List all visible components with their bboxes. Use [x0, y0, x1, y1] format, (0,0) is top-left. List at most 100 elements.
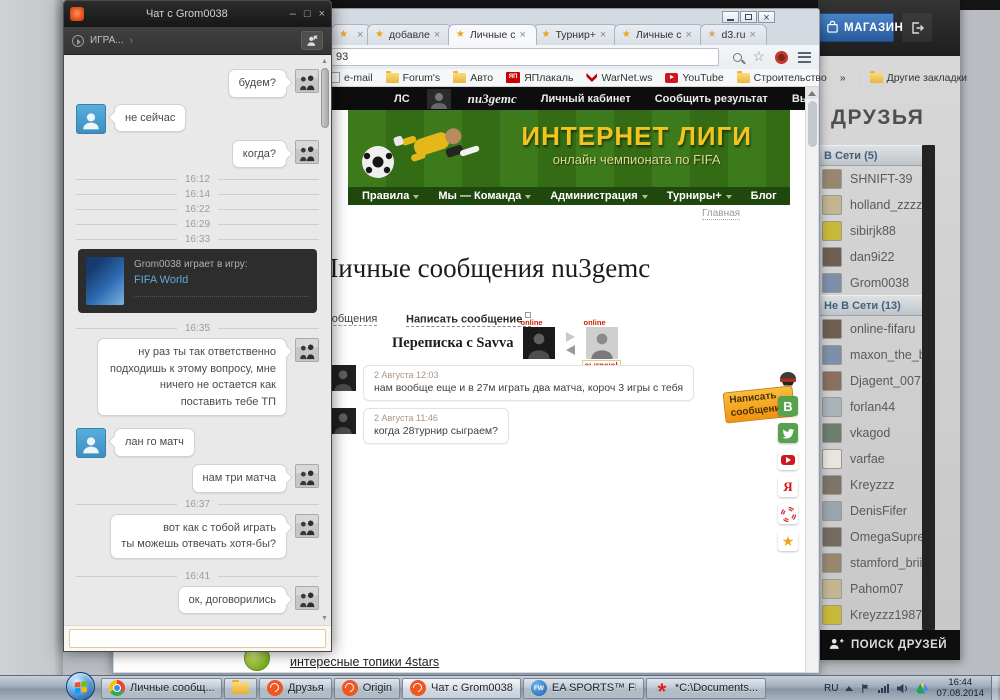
menu-icon[interactable]: [798, 52, 811, 63]
friend-row[interactable]: OmegaSuprem: [818, 524, 922, 550]
friend-row[interactable]: SHNIFT-39: [818, 166, 922, 192]
site-menu-item[interactable]: Правила: [362, 190, 419, 202]
volume-icon[interactable]: [896, 683, 909, 694]
bookmark-item[interactable]: ЯПЯПлакаль: [506, 72, 573, 84]
browser-tab[interactable]: добавле: [367, 24, 452, 45]
bookmark-item[interactable]: Авто: [453, 72, 493, 84]
taskbar-button[interactable]: Чат с Grom0038: [402, 678, 521, 699]
yandex-icon[interactable]: Я: [778, 477, 798, 497]
taskbar-button[interactable]: Origin: [334, 678, 400, 699]
nav-cabinet-link[interactable]: Личный кабинет: [541, 93, 631, 105]
star-icon[interactable]: [778, 531, 798, 551]
friend-row[interactable]: stamford_briid: [818, 550, 922, 576]
bookmark-star-icon[interactable]: [752, 48, 765, 66]
logout-icon[interactable]: [902, 13, 932, 42]
friend-row[interactable]: Djagent_007: [818, 368, 922, 394]
game-link[interactable]: FIFA World: [134, 274, 309, 286]
tab-close-icon[interactable]: [686, 29, 696, 41]
site-menu-item[interactable]: Блог: [751, 190, 777, 202]
friend-row[interactable]: maxon_the_be: [818, 342, 922, 368]
taskbar-button[interactable]: [224, 678, 257, 699]
page-scrollbar[interactable]: [805, 87, 818, 672]
vk-icon[interactable]: В: [778, 396, 798, 416]
taskbar-button[interactable]: Друзья: [259, 678, 332, 699]
bookmark-item[interactable]: Forum's: [386, 72, 441, 84]
start-button[interactable]: [66, 672, 95, 700]
twitter-icon[interactable]: [778, 423, 798, 443]
scrollbar-thumb[interactable]: [808, 101, 817, 147]
zoom-icon[interactable]: [733, 53, 742, 62]
close-button[interactable]: [319, 9, 325, 20]
chat-input[interactable]: [69, 629, 326, 648]
cap-icon[interactable]: [778, 369, 798, 389]
flag-icon[interactable]: [860, 683, 871, 694]
browser-tab[interactable]: Личные с: [448, 24, 538, 45]
bookmark-item[interactable]: »: [840, 72, 846, 84]
friend-row[interactable]: DenisFifer: [818, 498, 922, 524]
friend-row[interactable]: online-fifaru: [818, 316, 922, 342]
friend-row[interactable]: varfae: [818, 446, 922, 472]
bookmark-item[interactable]: WarNet.ws: [586, 72, 652, 84]
friend-row[interactable]: Pahom07: [818, 576, 922, 602]
extension-icon[interactable]: [775, 51, 788, 64]
friend-row[interactable]: holland_zzzzz: [818, 192, 922, 218]
invite-to-game-button[interactable]: [301, 31, 323, 50]
friend-row[interactable]: vkagod: [818, 420, 922, 446]
tab-close-icon[interactable]: [600, 29, 610, 41]
taskbar-button[interactable]: FWEA SPORTS™ FI...: [523, 678, 644, 699]
write-message-link[interactable]: Написать сообщение: [406, 312, 531, 327]
tab-close-icon[interactable]: [519, 29, 529, 41]
bookmark-item[interactable]: Другие закладки: [859, 72, 967, 84]
network-icon[interactable]: [878, 684, 889, 693]
friend-row[interactable]: Grom0038: [818, 270, 922, 296]
show-desktop-button[interactable]: [991, 676, 998, 700]
drive-icon[interactable]: [916, 683, 929, 694]
scrollbar-thumb[interactable]: [321, 68, 329, 128]
browser-tab[interactable]: р+: [331, 24, 371, 45]
browser-tab[interactable]: Личные с: [614, 24, 704, 45]
chat-scrollbar[interactable]: [320, 58, 330, 622]
online-section-header[interactable]: В Сети (5): [818, 145, 935, 166]
find-friends-button[interactable]: ПОИСК ДРУЗЕЙ: [818, 630, 960, 660]
nav-report-link[interactable]: Сообщить результат: [655, 93, 768, 105]
site-menu-item[interactable]: Мы — Команда: [438, 190, 531, 202]
friend-row[interactable]: Kreyzzz: [818, 472, 922, 498]
close-button[interactable]: [758, 11, 775, 23]
youtube-icon[interactable]: [778, 450, 798, 470]
breadcrumb[interactable]: Главная: [702, 208, 740, 220]
maximize-button[interactable]: [304, 9, 311, 20]
message-text: нам вообще еще и в 27м играть два матча,…: [374, 382, 683, 394]
friend-row[interactable]: sibirjk88: [818, 218, 922, 244]
store-button[interactable]: МАГАЗИН: [818, 13, 894, 42]
lifebuoy-icon[interactable]: [778, 504, 798, 524]
friend-row[interactable]: forlan44: [818, 394, 922, 420]
hidden-icons-arrow[interactable]: [845, 686, 853, 691]
tab-close-icon[interactable]: [434, 29, 444, 41]
taskbar-button[interactable]: *C:\Documents...: [646, 678, 766, 699]
browser-tab[interactable]: d3.ru: [700, 24, 768, 45]
minimize-button[interactable]: [722, 11, 739, 23]
taskbar-button[interactable]: Личные сообщ...: [101, 678, 222, 699]
nav-messages-link[interactable]: ЛС: [394, 93, 410, 105]
bookmark-item[interactable]: Строительство: [737, 72, 827, 84]
restore-button[interactable]: [740, 11, 757, 23]
scroll-up-icon[interactable]: [806, 87, 818, 99]
game-bar-label[interactable]: ИГРА...: [90, 35, 124, 46]
browser-tab[interactable]: Турнир+: [533, 24, 617, 45]
bookmark-item[interactable]: e-mail: [331, 72, 373, 84]
friend-row[interactable]: dan9i22: [818, 244, 922, 270]
friend-row[interactable]: Kreyzzz1987: [818, 602, 922, 628]
chat-message-area[interactable]: будем? не сейчас когда? 16:1216:1416:221…: [64, 55, 331, 625]
site-menu-item[interactable]: Турниры+: [667, 190, 732, 202]
topics-link[interactable]: интересные топики 4stars: [290, 655, 439, 669]
bookmark-item[interactable]: YouTube: [665, 72, 723, 84]
minimize-button[interactable]: [290, 9, 296, 20]
site-menu-item[interactable]: Администрация: [550, 190, 648, 202]
tab-close-icon[interactable]: [357, 29, 367, 41]
clock[interactable]: 16:4407.08.2014: [936, 677, 984, 700]
offline-section-header[interactable]: Не В Сети (13): [818, 295, 935, 316]
nav-username[interactable]: nu3gemc: [468, 91, 517, 107]
tab-close-icon[interactable]: [749, 29, 759, 41]
friends-scrollbar[interactable]: [922, 145, 935, 630]
language-indicator[interactable]: RU: [824, 683, 838, 694]
